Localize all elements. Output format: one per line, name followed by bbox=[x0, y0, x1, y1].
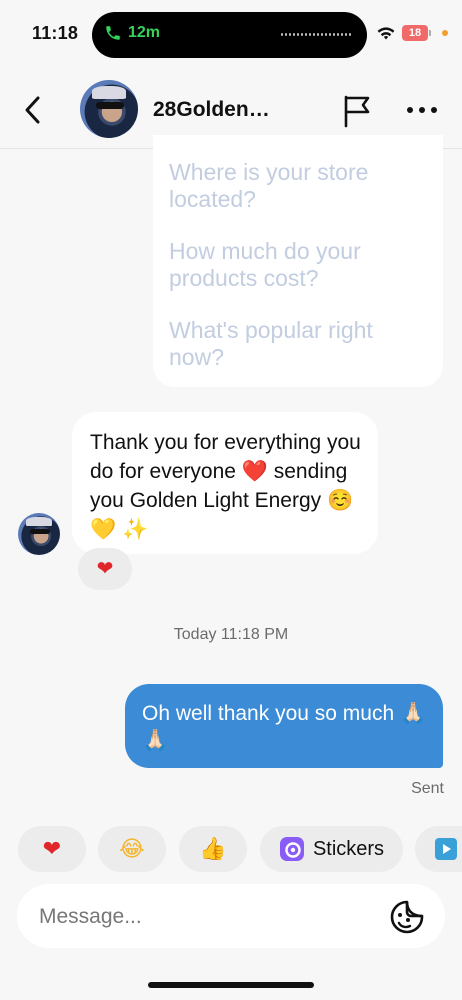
incoming-message-bubble[interactable]: Thank you for everything you do for ever… bbox=[72, 412, 378, 554]
outgoing-message-bubble[interactable]: Oh well thank you so much 🙏🏻🙏🏻 bbox=[125, 684, 443, 768]
contact-name[interactable]: 28Golden… bbox=[153, 98, 270, 122]
status-time: 11:18 bbox=[32, 23, 79, 43]
message-input[interactable] bbox=[37, 896, 381, 938]
flag-icon[interactable] bbox=[341, 94, 373, 128]
faq-item-product-cost[interactable]: How much do your products cost? bbox=[169, 238, 419, 292]
contact-avatar[interactable] bbox=[80, 80, 138, 138]
status-bar: 11:18 12m 18 bbox=[0, 0, 462, 70]
video-play-icon bbox=[435, 838, 457, 860]
outgoing-message-text: Oh well thank you so much 🙏🏻🙏🏻 bbox=[142, 702, 427, 752]
camera-indicator-icon bbox=[442, 30, 448, 36]
sticker-icon bbox=[279, 837, 304, 861]
message-timestamp: Today 11:18 PM bbox=[173, 626, 289, 643]
laugh-emoji-icon: 😂 bbox=[119, 836, 145, 861]
battery-icon: 18 bbox=[402, 25, 432, 42]
phone-icon bbox=[106, 26, 120, 40]
faq-suggestions: Where is your store located? How much do… bbox=[153, 135, 443, 387]
thumbs-up-icon: 👍 bbox=[199, 836, 227, 861]
faq-item-store-location[interactable]: Where is your store located? bbox=[169, 159, 419, 213]
stickers-button[interactable]: Stickers bbox=[260, 826, 403, 872]
message-reaction-heart[interactable]: ❤ bbox=[78, 548, 132, 590]
home-indicator[interactable] bbox=[148, 982, 314, 988]
quick-laugh-button[interactable]: 😂 bbox=[98, 826, 166, 872]
stickers-label: Stickers bbox=[312, 837, 385, 860]
video-sticker-button[interactable] bbox=[415, 826, 462, 872]
incoming-message-text: Thank you for everything you do for ever… bbox=[90, 431, 361, 541]
call-indicator[interactable]: 12m bbox=[104, 24, 160, 42]
battery-level: 18 bbox=[402, 25, 428, 41]
call-duration: 12m bbox=[128, 24, 161, 41]
more-options-icon[interactable] bbox=[406, 102, 438, 118]
quick-heart-button[interactable]: ❤ bbox=[18, 826, 86, 872]
dynamic-island[interactable]: 12m bbox=[92, 12, 367, 58]
sent-status: Sent bbox=[411, 780, 444, 797]
message-composer bbox=[17, 884, 445, 948]
wifi-icon bbox=[377, 27, 395, 40]
quick-actions-bar: ❤ 😂 👍 Stickers bbox=[18, 826, 462, 874]
sticker-face-icon[interactable] bbox=[389, 899, 425, 935]
faq-item-popular[interactable]: What's popular right now? bbox=[169, 317, 419, 371]
back-arrow-icon[interactable] bbox=[20, 92, 48, 128]
audio-waveform-icon bbox=[281, 33, 351, 36]
quick-thumbs-up-button[interactable]: 👍 bbox=[179, 826, 247, 872]
sender-avatar[interactable] bbox=[18, 513, 60, 555]
